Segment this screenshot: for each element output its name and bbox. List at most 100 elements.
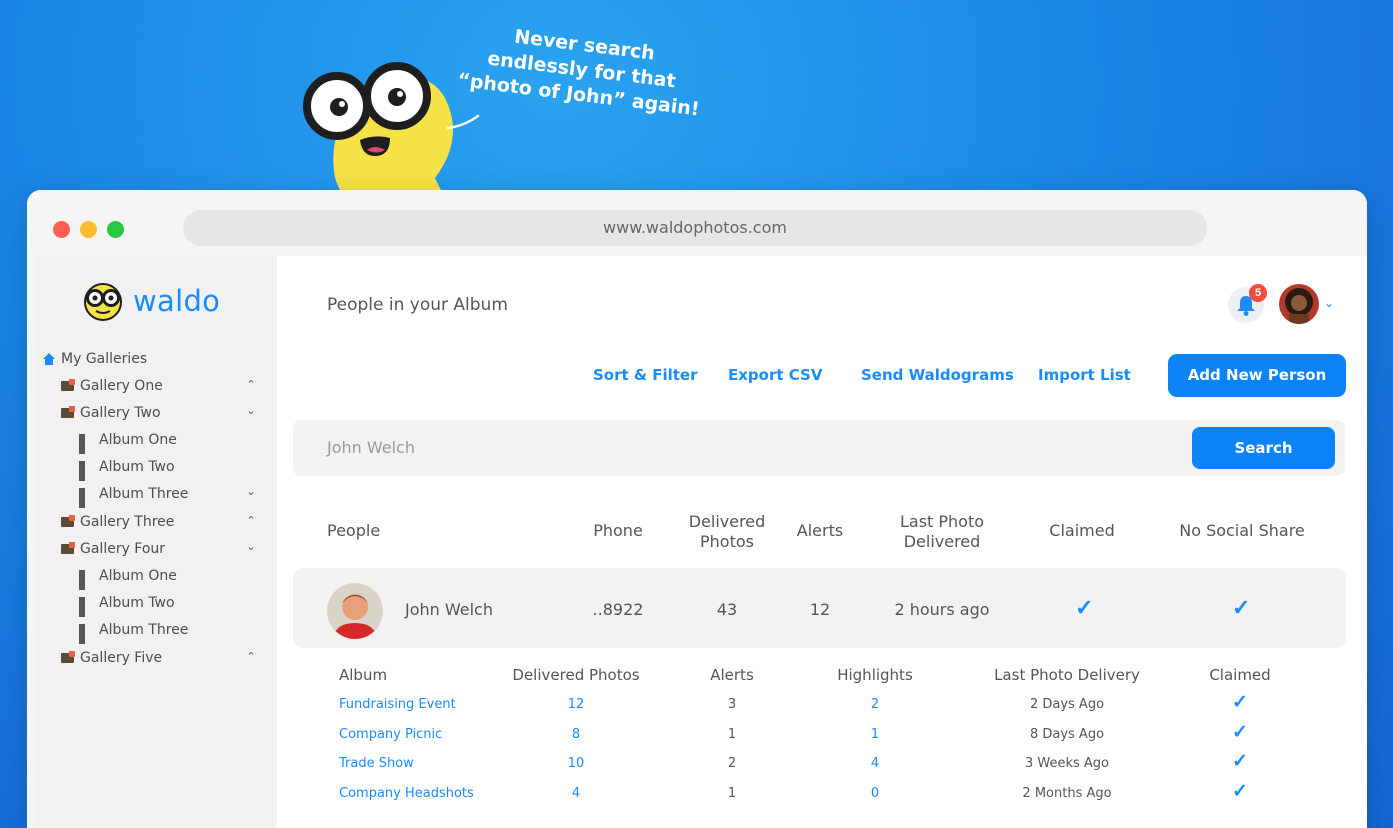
header-line: Photos bbox=[700, 532, 754, 551]
close-window-button[interactable] bbox=[53, 221, 70, 238]
album-alerts: 1 bbox=[727, 786, 737, 801]
notification-count-badge: 5 bbox=[1249, 284, 1267, 302]
maximize-window-button[interactable] bbox=[107, 221, 124, 238]
browser-titlebar: www.waldophotos.com bbox=[27, 190, 1367, 256]
search-bar: John Welch Search bbox=[293, 420, 1345, 476]
export-csv-link[interactable]: Export CSV bbox=[728, 366, 822, 384]
browser-window: www.waldophotos.com waldo My Galleries G… bbox=[27, 190, 1367, 828]
column-header-no-social-share[interactable]: No Social Share bbox=[1172, 521, 1312, 541]
person-alerts: 12 bbox=[809, 600, 831, 619]
waldo-logo[interactable]: waldo bbox=[81, 276, 220, 326]
album-alerts: 1 bbox=[727, 727, 737, 742]
album-grid-icon bbox=[79, 487, 93, 508]
album-last-delivery: 2 Days Ago bbox=[1029, 697, 1105, 712]
sidebar-item-gallery-one[interactable]: Gallery One bbox=[61, 376, 163, 396]
sidebar-item-album-one[interactable]: Album One bbox=[79, 430, 177, 454]
subheader-highlights: Highlights bbox=[837, 666, 913, 684]
album-last-delivery: 3 Weeks Ago bbox=[1024, 756, 1110, 771]
chevron-up-icon[interactable]: ⌃ bbox=[245, 514, 257, 527]
column-header-delivered[interactable]: Delivered Photos bbox=[677, 512, 777, 552]
import-list-link[interactable]: Import List bbox=[1038, 366, 1131, 384]
send-waldograms-link[interactable]: Send Waldograms bbox=[861, 366, 1014, 384]
sidebar-item-label: Gallery Two bbox=[80, 405, 161, 421]
user-avatar-image bbox=[1279, 284, 1319, 324]
album-highlights-link[interactable]: 4 bbox=[850, 756, 900, 771]
person-last-delivered: 2 hours ago bbox=[894, 600, 990, 619]
sidebar-item-album-three[interactable]: Album Three bbox=[79, 484, 188, 508]
sidebar-item-label: Gallery Three bbox=[80, 514, 175, 530]
table-row[interactable]: John Welch ..8922 43 12 2 hours ago ✓ ✓ bbox=[293, 568, 1346, 648]
subheader-delivered-photos: Delivered Photos bbox=[512, 666, 640, 684]
chevron-down-icon[interactable]: ⌄ bbox=[245, 485, 257, 498]
column-header-phone[interactable]: Phone bbox=[583, 521, 653, 541]
subheader-last-photo-delivery: Last Photo Delivery bbox=[994, 666, 1140, 684]
album-claimed-check-icon: ✓ bbox=[1232, 751, 1248, 772]
album-grid-icon bbox=[79, 433, 93, 454]
sidebar-item-label: Gallery Four bbox=[80, 541, 166, 557]
album-link[interactable]: Fundraising Event bbox=[339, 697, 456, 712]
sidebar-item-label: Album Two bbox=[99, 595, 175, 611]
url-bar[interactable]: www.waldophotos.com bbox=[183, 210, 1207, 246]
folder-icon bbox=[61, 515, 75, 527]
sidebar-item-label: Album One bbox=[99, 568, 177, 584]
sort-filter-link[interactable]: Sort & Filter bbox=[593, 366, 697, 384]
sidebar-item-gallery-two[interactable]: Gallery Two bbox=[61, 403, 161, 423]
sidebar-item-gallery-three[interactable]: Gallery Three bbox=[61, 512, 174, 532]
chevron-down-icon[interactable]: ⌄ bbox=[245, 404, 257, 417]
minimize-window-button[interactable] bbox=[80, 221, 97, 238]
sidebar-item-gallery-five[interactable]: Gallery Five bbox=[61, 648, 162, 668]
user-avatar[interactable] bbox=[1279, 284, 1319, 324]
column-header-claimed[interactable]: Claimed bbox=[1037, 521, 1127, 541]
album-delivered-link[interactable]: 8 bbox=[551, 727, 601, 742]
album-delivered-link[interactable]: 10 bbox=[551, 756, 601, 771]
column-header-alerts[interactable]: Alerts bbox=[787, 521, 853, 541]
album-link[interactable]: Company Headshots bbox=[339, 786, 474, 801]
folder-icon bbox=[61, 651, 75, 663]
sidebar-item-gallery-four[interactable]: Gallery Four bbox=[61, 539, 165, 559]
album-grid-icon bbox=[79, 623, 93, 644]
album-highlights-link[interactable]: 1 bbox=[850, 727, 900, 742]
sidebar-item-album-one[interactable]: Album One bbox=[79, 566, 177, 590]
column-header-people[interactable]: People bbox=[327, 521, 380, 541]
add-new-person-button[interactable]: Add New Person bbox=[1168, 354, 1346, 397]
sidebar-item-album-two[interactable]: Album Two bbox=[79, 593, 175, 617]
album-highlights-link[interactable]: 2 bbox=[850, 697, 900, 712]
album-delivered-link[interactable]: 4 bbox=[551, 786, 601, 801]
sidebar: waldo My Galleries Gallery One ⌃ Gallery… bbox=[35, 256, 277, 828]
header-line: Delivered bbox=[688, 512, 766, 531]
person-phone: ..8922 bbox=[592, 600, 644, 619]
chevron-up-icon[interactable]: ⌃ bbox=[245, 378, 257, 391]
page-title: People in your Album bbox=[327, 295, 508, 315]
sidebar-item-label: Gallery One bbox=[80, 378, 163, 394]
column-header-last-delivered[interactable]: Last Photo Delivered bbox=[887, 512, 997, 552]
subheader-album: Album bbox=[339, 666, 388, 684]
logo-text: waldo bbox=[133, 284, 221, 318]
marketing-tagline: Never search endlessly for that “photo o… bbox=[449, 18, 711, 158]
album-claimed-check-icon: ✓ bbox=[1232, 781, 1248, 802]
search-input[interactable]: John Welch bbox=[327, 438, 415, 457]
album-link[interactable]: Trade Show bbox=[339, 756, 414, 771]
sidebar-item-album-two[interactable]: Album Two bbox=[79, 457, 175, 481]
chevron-down-icon[interactable]: ⌄ bbox=[245, 540, 257, 553]
chevron-down-icon[interactable]: ⌄ bbox=[1324, 296, 1334, 310]
sidebar-item-album-three[interactable]: Album Three bbox=[79, 620, 189, 644]
chevron-up-icon[interactable]: ⌃ bbox=[245, 650, 257, 663]
person-avatar-image bbox=[327, 583, 383, 639]
album-grid-icon bbox=[79, 596, 93, 617]
album-delivered-link[interactable]: 12 bbox=[551, 697, 601, 712]
header-line: Delivered bbox=[903, 532, 981, 551]
no-social-share-check-icon: ✓ bbox=[1232, 595, 1251, 620]
subheader-alerts: Alerts bbox=[710, 666, 754, 684]
album-last-delivery: 2 Months Ago bbox=[1022, 786, 1112, 801]
folder-icon bbox=[61, 542, 75, 554]
album-claimed-check-icon: ✓ bbox=[1232, 722, 1248, 743]
album-highlights-link[interactable]: 0 bbox=[850, 786, 900, 801]
person-name[interactable]: John Welch bbox=[405, 600, 493, 619]
album-grid-icon bbox=[79, 569, 93, 590]
search-button[interactable]: Search bbox=[1192, 427, 1335, 469]
album-link[interactable]: Company Picnic bbox=[339, 727, 442, 742]
folder-icon bbox=[61, 379, 75, 391]
sidebar-item-my-galleries[interactable]: My Galleries bbox=[43, 349, 147, 369]
subheader-claimed: Claimed bbox=[1209, 666, 1271, 684]
sidebar-item-label: Album Three bbox=[99, 622, 189, 638]
